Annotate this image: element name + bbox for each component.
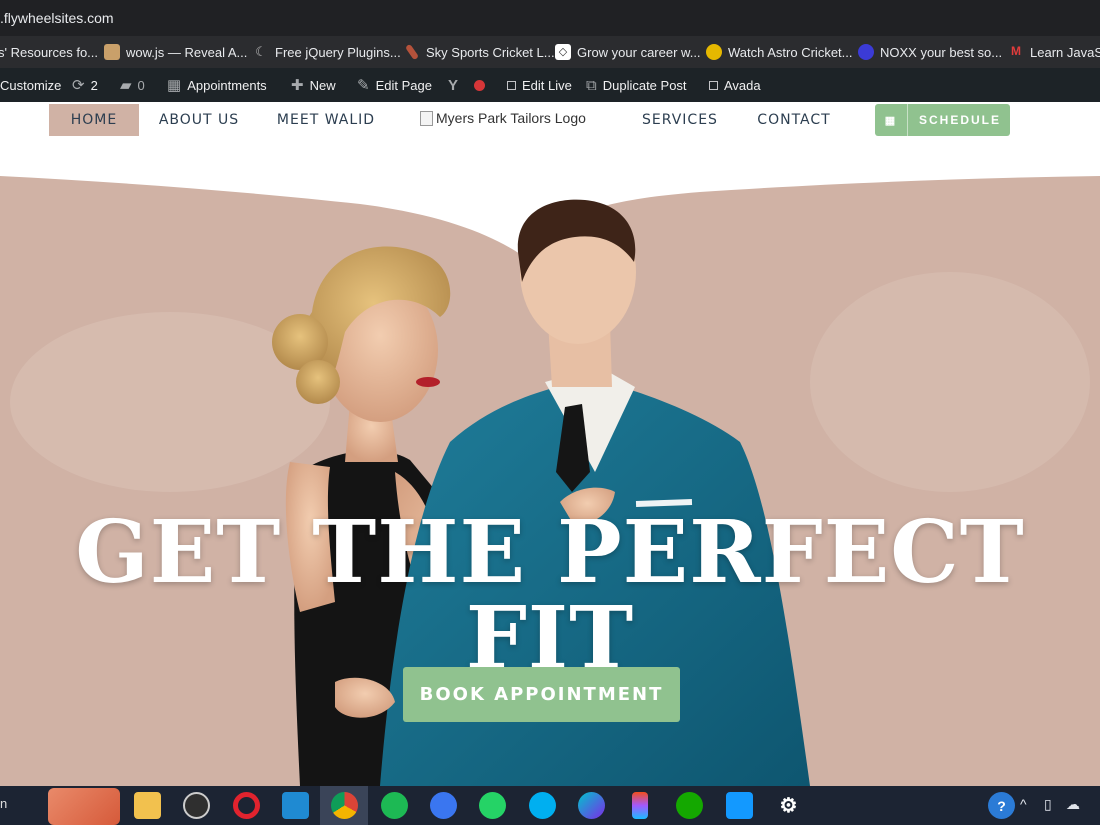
bookmark-label: s' Resources fo... bbox=[0, 44, 99, 60]
astro-favicon-icon bbox=[706, 44, 722, 60]
whatsapp-icon[interactable] bbox=[479, 792, 506, 819]
bookmark-item[interactable]: ◇ Grow your career w... bbox=[555, 36, 701, 68]
file-explorer-icon[interactable] bbox=[134, 792, 161, 819]
address-text[interactable]: .flywheelsites.com bbox=[0, 10, 114, 26]
bookmark-label: NOXX your best so... bbox=[880, 44, 1003, 60]
device-icon[interactable]: ▯ bbox=[1044, 796, 1052, 813]
edit-page-label: Edit Page bbox=[375, 77, 432, 93]
windows-taskbar: n ⚙ ? ^ ▯ ☁ bbox=[0, 786, 1100, 825]
upwork-icon[interactable] bbox=[676, 792, 703, 819]
new-link[interactable]: ✚ New bbox=[291, 68, 336, 102]
comment-icon: ▰ bbox=[120, 77, 132, 94]
schedule-label: SCHEDULE bbox=[919, 113, 1002, 127]
refresh-icon: ⟳ bbox=[72, 77, 85, 94]
customize-link[interactable]: Customize bbox=[0, 68, 61, 102]
octopus-wallpaper-thumbnail bbox=[48, 788, 120, 825]
nav-services[interactable]: SERVICES bbox=[638, 104, 722, 136]
prime-video-icon[interactable] bbox=[726, 792, 753, 819]
jquery-favicon-icon: ☾ bbox=[255, 44, 267, 59]
duplicate-post-label: Duplicate Post bbox=[602, 77, 687, 93]
edit-live-label: Edit Live bbox=[522, 77, 572, 93]
signal-icon[interactable] bbox=[430, 792, 457, 819]
avada-link[interactable]: Avada bbox=[709, 68, 761, 102]
calendar-icon: ▦ bbox=[875, 104, 908, 136]
logo-alt-text: Myers Park Tailors Logo bbox=[436, 110, 586, 126]
cricket-bat-icon bbox=[404, 43, 420, 61]
bookmark-item[interactable]: Sky Sports Cricket L... bbox=[404, 36, 555, 68]
edit-live-box-icon bbox=[507, 80, 516, 90]
chrome-icon[interactable] bbox=[331, 792, 358, 819]
duplicate-post-link[interactable]: ⧉ Duplicate Post bbox=[586, 68, 687, 102]
nav-meet-walid[interactable]: MEET WALID bbox=[272, 104, 380, 136]
bookmark-label: Sky Sports Cricket L... bbox=[426, 44, 555, 60]
cloud-icon[interactable]: ☁ bbox=[1066, 796, 1080, 813]
canva-icon[interactable] bbox=[578, 792, 605, 819]
wp-admin-bar: Customize ⟳ 2 ▰ 0 ▦ Appointments ✚ New ✎… bbox=[0, 68, 1100, 102]
wowjs-favicon-icon bbox=[104, 44, 120, 60]
nav-home[interactable]: HOME bbox=[49, 104, 139, 136]
edit-page-link[interactable]: ✎ Edit Page bbox=[357, 68, 432, 102]
book-appointment-button[interactable]: BOOK APPOINTMENT bbox=[403, 667, 680, 722]
noxx-favicon-icon bbox=[858, 44, 874, 60]
obs-icon[interactable] bbox=[183, 792, 210, 819]
avada-label: Avada bbox=[724, 77, 761, 93]
help-icon[interactable]: ? bbox=[988, 792, 1015, 819]
bookmark-item[interactable]: s' Resources fo... bbox=[0, 36, 98, 68]
bookmark-label: Grow your career w... bbox=[577, 44, 701, 60]
hero-section: GET THE PERFECT FIT BOOK APPOINTMENT bbox=[0, 142, 1100, 786]
bookmarks-bar: s' Resources fo... wow.js — Reveal A... … bbox=[0, 36, 1100, 68]
settings-gear-icon[interactable]: ⚙ bbox=[775, 792, 802, 819]
site-logo[interactable]: Myers Park Tailors Logo bbox=[420, 110, 586, 126]
site-navigation: HOME ABOUT US MEET WALID Myers Park Tail… bbox=[0, 102, 1100, 142]
edit-live-link[interactable]: Edit Live bbox=[507, 68, 572, 102]
bookmark-label: Free jQuery Plugins... bbox=[275, 44, 401, 60]
m-favicon-icon: M bbox=[1011, 44, 1021, 58]
vscode-icon[interactable] bbox=[282, 792, 309, 819]
appointments-label: Appointments bbox=[187, 77, 267, 93]
updates-count: 2 bbox=[90, 77, 98, 93]
broken-image-icon bbox=[420, 110, 433, 126]
seo-status-dot-icon bbox=[474, 79, 486, 91]
bookmark-label: Learn JavaScr bbox=[1030, 44, 1100, 60]
new-label: New bbox=[309, 77, 336, 93]
chevron-up-icon[interactable]: ^ bbox=[1020, 796, 1027, 812]
opera-icon[interactable] bbox=[233, 792, 260, 819]
comments-link[interactable]: ▰ 0 bbox=[120, 68, 145, 102]
bookmark-item[interactable]: Watch Astro Cricket... bbox=[706, 36, 853, 68]
nav-contact[interactable]: CONTACT bbox=[752, 104, 836, 136]
customize-label: Customize bbox=[0, 77, 62, 93]
yoast-link[interactable]: Y bbox=[448, 68, 486, 102]
comments-count: 0 bbox=[137, 77, 145, 93]
search-stub[interactable]: n bbox=[0, 796, 7, 811]
hero-headline: GET THE PERFECT FIT bbox=[75, 502, 1025, 689]
bookmark-item[interactable]: ☾ Free jQuery Plugins... bbox=[253, 36, 401, 68]
figma-icon[interactable] bbox=[632, 792, 648, 819]
yoast-icon: Y bbox=[448, 76, 459, 94]
diamond-favicon-icon: ◇ bbox=[555, 44, 571, 60]
avada-box-icon bbox=[709, 80, 718, 90]
pencil-icon: ✎ bbox=[357, 77, 370, 94]
bookmark-label: Watch Astro Cricket... bbox=[728, 44, 853, 60]
updates-link[interactable]: ⟳ 2 bbox=[72, 68, 98, 102]
browser-url-bar[interactable]: .flywheelsites.com bbox=[0, 0, 1100, 36]
skype-icon[interactable] bbox=[529, 792, 556, 819]
spotify-icon[interactable] bbox=[381, 792, 408, 819]
bookmark-item[interactable]: NOXX your best so... bbox=[858, 36, 1002, 68]
bookmark-item[interactable]: wow.js — Reveal A... bbox=[104, 36, 247, 68]
nav-about-us[interactable]: ABOUT US bbox=[150, 104, 248, 136]
bookmark-item[interactable]: M Learn JavaScr bbox=[1008, 36, 1100, 68]
bookmark-label: wow.js — Reveal A... bbox=[126, 44, 248, 60]
duplicate-icon: ⧉ bbox=[586, 76, 597, 94]
appointments-link[interactable]: ▦ Appointments bbox=[167, 68, 267, 102]
schedule-button[interactable]: ▦ SCHEDULE bbox=[875, 104, 1010, 136]
plus-icon: ✚ bbox=[291, 77, 304, 94]
calendar-icon: ▦ bbox=[167, 77, 182, 94]
